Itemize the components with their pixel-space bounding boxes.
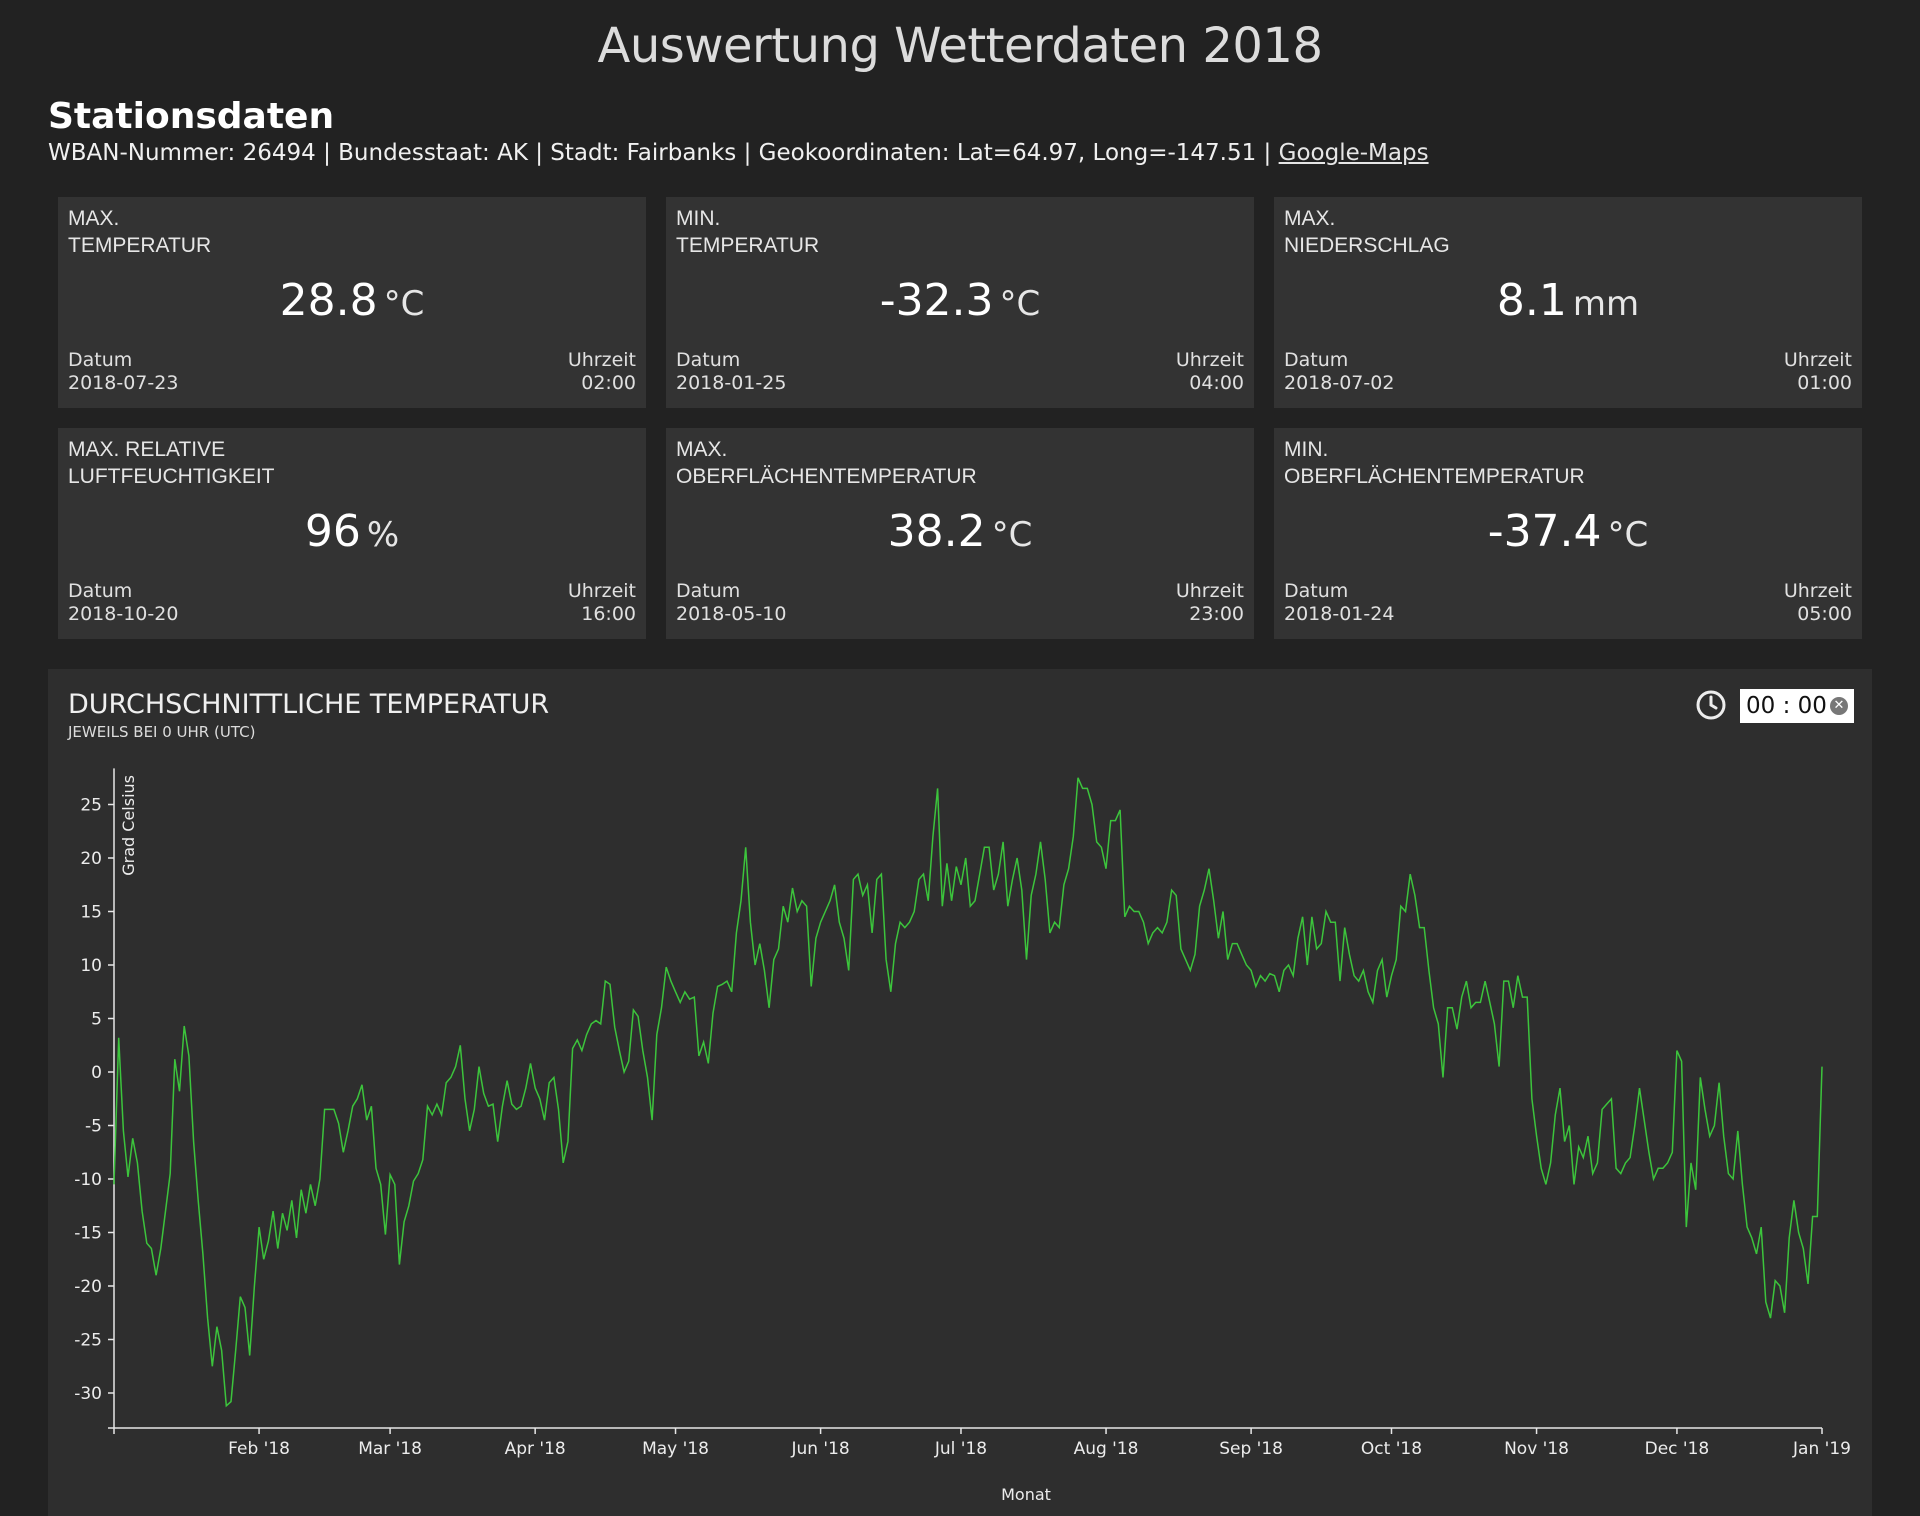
time-value: 05:00 — [1797, 603, 1852, 625]
time-label: Uhrzeit — [1175, 580, 1244, 602]
card-value: 38.2 °C — [887, 506, 1033, 557]
x-tick-label: Jun '18 — [790, 1439, 849, 1459]
card-value: 96% — [304, 506, 400, 557]
y-tick-label: 0 — [91, 1063, 102, 1083]
x-tick-label: Aug '18 — [1074, 1439, 1139, 1459]
y-axis-label: Grad Celsius — [119, 775, 138, 876]
card-value: -37.4 °C — [1487, 506, 1649, 557]
time-label: Uhrzeit — [1783, 349, 1852, 371]
time-value: 23:00 — [1189, 603, 1244, 625]
card-value: 8.1 mm — [1496, 275, 1640, 326]
time-label: Uhrzeit — [567, 349, 636, 371]
card-label: MAX. TEMPERATUR — [68, 207, 212, 257]
x-tick-label: Sep '18 — [1219, 1439, 1283, 1459]
card-max-temperature: MAX. TEMPERATUR 28.8 °C Datum 2018-07-23 U… — [58, 197, 646, 408]
time-value: 01:00 — [1797, 372, 1852, 394]
x-tick-label: Dec '18 — [1645, 1439, 1710, 1459]
temperature-chart-panel: DURCHSCHNITTLICHE TEMPERATUR JEWEILS BEI… — [48, 669, 1872, 1516]
y-tick-label: 5 — [91, 1010, 102, 1030]
google-maps-link[interactable]: Google-Maps — [1279, 140, 1429, 166]
card-value: 28.8 °C — [279, 275, 425, 326]
card-value: -32.3 °C — [879, 275, 1041, 326]
y-tick-label: 15 — [80, 903, 102, 923]
y-tick-label: 25 — [80, 796, 102, 816]
time-label: Uhrzeit — [1783, 580, 1852, 602]
y-tick-label: -30 — [74, 1384, 102, 1404]
y-tick-label: -15 — [74, 1224, 102, 1244]
date-label: Datum — [676, 349, 741, 371]
date-value: 2018-10-20 — [68, 603, 179, 625]
card-max-precipitation: MAX. NIEDERSCHLAG 8.1 mm Datum 2018-07-02 … — [1274, 197, 1862, 408]
date-label: Datum — [676, 580, 741, 602]
card-min-surface-temperature: MIN. OBERFLÄCHENTEMPERATUR -37.4 °C Datum … — [1274, 428, 1862, 639]
x-tick-label: Jan '19 — [1792, 1439, 1851, 1459]
x-tick-label: Apr '18 — [505, 1439, 566, 1459]
card-label: MIN. OBERFLÄCHENTEMPERATUR — [1284, 438, 1585, 488]
date-value: 2018-01-24 — [1284, 603, 1395, 625]
x-tick-label: May '18 — [642, 1439, 709, 1459]
x-tick-label: Oct '18 — [1361, 1439, 1422, 1459]
date-value: 2018-01-25 — [676, 372, 787, 394]
card-min-temperature: MIN. TEMPERATUR -32.3 °C Datum 2018-01-25 … — [666, 197, 1254, 408]
station-info-text: WBAN-Nummer: 26494 | Bundesstaat: AK | S… — [48, 140, 1272, 166]
station-info: WBAN-Nummer: 26494 | Bundesstaat: AK | S… — [48, 140, 1429, 166]
time-label: Uhrzeit — [1175, 349, 1244, 371]
temperature-series-line — [113, 777, 1823, 1408]
date-value: 2018-07-23 — [68, 372, 179, 394]
x-tick-label: Jul '18 — [934, 1439, 987, 1459]
card-label: MIN. TEMPERATUR — [676, 207, 820, 257]
time-value: 16:00 — [581, 603, 636, 625]
page-title: Auswertung Wetterdaten 2018 — [597, 18, 1324, 74]
y-tick-label: -20 — [74, 1277, 102, 1297]
temperature-line-chart: 25 20 15 10 5 0 -5 -10 -15 -20 -25 -30 Feb '18 Mar '… — [74, 768, 1851, 1504]
time-label: Uhrzeit — [567, 580, 636, 602]
time-value: 02:00 — [581, 372, 636, 394]
date-label: Datum — [68, 580, 133, 602]
date-value: 2018-05-10 — [676, 603, 787, 625]
y-tick-label: -25 — [74, 1331, 102, 1351]
card-label: MAX. RELATIVE LUFTFEUCHTIGKEIT — [68, 438, 275, 488]
time-value: 04:00 — [1189, 372, 1244, 394]
date-label: Datum — [1284, 580, 1349, 602]
y-tick-label: 20 — [80, 849, 102, 869]
y-tick-label: -10 — [74, 1170, 102, 1190]
x-tick-label: Mar '18 — [358, 1439, 422, 1459]
x-tick-label: Nov '18 — [1504, 1439, 1569, 1459]
date-value: 2018-07-02 — [1284, 372, 1395, 394]
card-max-surface-temperature: MAX. OBERFLÄCHENTEMPERATUR 38.2 °C Datum 2… — [666, 428, 1254, 639]
y-tick-label: -5 — [85, 1117, 102, 1137]
card-label: MAX. NIEDERSCHLAG — [1284, 207, 1450, 257]
date-label: Datum — [68, 349, 133, 371]
card-label: MAX. OBERFLÄCHENTEMPERATUR — [676, 438, 977, 488]
x-tick-label: Feb '18 — [228, 1439, 290, 1459]
x-axis-label: Monat — [1001, 1485, 1051, 1504]
station-heading: Stationsdaten — [48, 96, 335, 137]
date-label: Datum — [1284, 349, 1349, 371]
y-tick-label: 10 — [80, 956, 102, 976]
card-max-humidity: MAX. RELATIVE LUFTFEUCHTIGKEIT 96% Datum … — [58, 428, 646, 639]
